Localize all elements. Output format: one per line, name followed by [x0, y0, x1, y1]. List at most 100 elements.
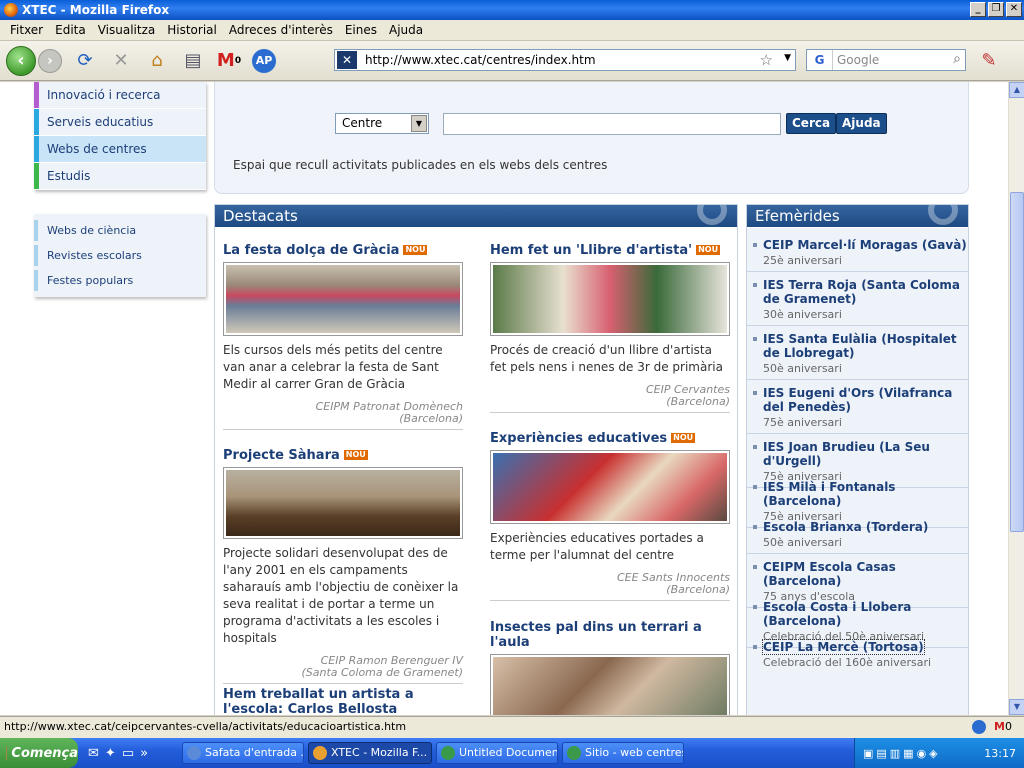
article-image[interactable] — [223, 262, 463, 336]
source-place: (Santa Coloma de Gramenet) — [301, 666, 463, 679]
start-button[interactable]: Comença — [0, 738, 78, 768]
nav-estudis[interactable]: Estudis — [34, 163, 206, 190]
minimize-button[interactable]: _ — [970, 2, 986, 17]
bullet-icon — [753, 565, 757, 569]
tray-icons[interactable]: ▣▤▥▦◉◈ — [855, 747, 941, 760]
bullet-icon — [753, 445, 757, 449]
article-title-text[interactable]: Hem treballat un artista a l'escola: Car… — [223, 687, 414, 715]
close-button[interactable]: ✕ — [1006, 2, 1022, 17]
article-llibre-artista: Hem fet un 'Llibre d'artista' NOU Procés … — [490, 243, 730, 413]
ap-icon[interactable]: AP — [252, 48, 276, 73]
gmail-status-icon[interactable]: M0 — [994, 717, 1012, 737]
start-label: Comença — [11, 745, 78, 761]
nav-color-bar — [34, 109, 39, 135]
quicklaunch-folder-icon[interactable]: ▭ — [122, 746, 134, 761]
article-title[interactable]: Hem treballat un artista a l'escola: Car… — [223, 687, 463, 715]
efemeride-item[interactable]: CEIP La Mercè (Tortosa) Celebració del 16… — [747, 634, 969, 673]
efemeride-name[interactable]: IES Eugeni d'Ors (Vilafranca del Penedès… — [763, 386, 969, 414]
url-dropdown-icon[interactable]: ▼ — [784, 53, 791, 63]
task-xtec-firefox[interactable]: XTEC - Mozilla F... — [308, 742, 432, 764]
task-sitio-web[interactable]: Sitio - web centres — [562, 742, 684, 764]
efemeride-name[interactable]: Escola Costa i Llobera (Barcelona) — [763, 600, 969, 628]
article-title-text[interactable]: Projecte Sàhara — [223, 448, 340, 463]
bullet-icon — [753, 243, 757, 247]
efemeride-name[interactable]: CEIPM Escola Casas (Barcelona) — [763, 560, 969, 588]
gmail-icon[interactable]: M0 — [216, 48, 242, 74]
notes-icon[interactable]: ✎ — [976, 47, 1002, 73]
menu-eines[interactable]: Eines — [339, 23, 383, 37]
efemeride-item[interactable]: Escola Brianxa (Tordera) 50è aniversari — [747, 514, 969, 554]
reload-icon[interactable]: ⟳ — [72, 48, 98, 74]
nav-webs-centres[interactable]: Webs de centres — [34, 136, 206, 163]
article-image[interactable] — [223, 467, 463, 539]
efemeride-name[interactable]: CEIP La Mercè (Tortosa) — [762, 639, 925, 655]
nav-serveis[interactable]: Serveis educatius — [34, 109, 206, 136]
article-title[interactable]: Hem fet un 'Llibre d'artista' NOU — [490, 243, 730, 258]
article-image[interactable] — [490, 262, 730, 336]
quicklaunch-outlook-icon[interactable]: ✉ — [88, 746, 99, 761]
quicklaunch-more-icon[interactable]: » — [140, 746, 148, 761]
efemeride-name[interactable]: IES Terra Roja (Santa Coloma de Gramenet… — [763, 278, 969, 306]
efemeride-anniversary: 50è aniversari — [763, 536, 842, 549]
quicklaunch-app-icon[interactable]: ✦ — [105, 746, 116, 761]
efemeride-item[interactable]: IES Terra Roja (Santa Coloma de Gramenet… — [747, 272, 969, 326]
efemeride-item[interactable]: IES Santa Eulàlia (Hospitalet de Llobreg… — [747, 326, 969, 380]
efemeride-item[interactable]: IES Eugeni d'Ors (Vilafranca del Penedès… — [747, 380, 969, 434]
ajuda-button[interactable]: Ajuda — [836, 113, 887, 134]
task-safata-entrada[interactable]: Safata d'entrada ... — [182, 742, 304, 764]
forward-button[interactable]: › — [38, 48, 62, 73]
print-icon[interactable]: ▤ — [180, 48, 206, 74]
nav-festes[interactable]: Festes populars — [34, 268, 206, 293]
efemeride-name[interactable]: IES Santa Eulàlia (Hospitalet de Llobreg… — [763, 332, 969, 360]
menu-fitxer[interactable]: Fitxer — [4, 23, 49, 37]
article-title-text[interactable]: Hem fet un 'Llibre d'artista' — [490, 243, 692, 258]
search-icon[interactable]: ⌕ — [953, 51, 961, 67]
efemeride-item[interactable]: CEIP Marcel·lí Moragas (Gavà) 25è anivers… — [747, 232, 969, 272]
task-untitled-document[interactable]: Untitled Documen... — [436, 742, 558, 764]
article-title[interactable]: Insectes pal dins un terrari a l'aula — [490, 620, 730, 650]
scroll-up-icon[interactable]: ▲ — [1009, 82, 1024, 98]
article-image[interactable] — [490, 654, 730, 715]
menu-visualitza[interactable]: Visualitza — [92, 23, 162, 37]
menu-edita[interactable]: Edita — [49, 23, 92, 37]
bookmark-star-icon[interactable]: ☆ — [760, 51, 773, 69]
article-title-text[interactable]: La festa dolça de Gràcia — [223, 243, 399, 258]
maximize-button[interactable]: ❐ — [988, 2, 1004, 17]
search-type-select[interactable]: Centre ▼ — [335, 113, 429, 134]
article-title[interactable]: La festa dolça de Gràcia NOU — [223, 243, 463, 258]
efemeride-name[interactable]: Escola Brianxa (Tordera) — [763, 520, 969, 534]
search-input[interactable] — [443, 113, 781, 135]
menu-ajuda[interactable]: Ajuda — [383, 23, 429, 37]
chevron-down-icon[interactable]: ▼ — [411, 115, 427, 132]
article-title[interactable]: Projecte Sàhara NOU — [223, 448, 463, 463]
vertical-scrollbar[interactable]: ▲ ▼ — [1008, 82, 1024, 715]
home-icon[interactable]: ⌂ — [144, 48, 170, 74]
nav-innovacio[interactable]: Innovació i recerca — [34, 82, 206, 109]
google-engine-icon[interactable]: G — [807, 50, 833, 70]
search-bar[interactable]: G Google ⌕ — [806, 49, 966, 71]
back-button[interactable]: ‹ — [6, 45, 36, 76]
scroll-down-icon[interactable]: ▼ — [1009, 699, 1024, 715]
efemeride-name[interactable]: IES Milà i Fontanals (Barcelona) — [763, 480, 969, 508]
stop-icon[interactable]: ✕ — [108, 48, 134, 74]
site-identity-icon[interactable]: ✕ — [337, 51, 357, 69]
nav-revistes[interactable]: Revistes escolars — [34, 243, 206, 268]
ap-status-icon[interactable] — [972, 720, 986, 734]
efemeride-name[interactable]: CEIP Marcel·lí Moragas (Gavà) — [763, 238, 969, 252]
menu-historial[interactable]: Historial — [161, 23, 223, 37]
menu-adreces[interactable]: Adreces d'interès — [223, 23, 339, 37]
nav-webs-ciencia[interactable]: Webs de ciència — [34, 218, 206, 243]
cerca-button[interactable]: Cerca — [786, 113, 837, 134]
status-bar: http://www.xtec.cat/ceipcervantes-cvella… — [0, 716, 1024, 738]
nav-label: Innovació i recerca — [47, 88, 161, 102]
scroll-thumb[interactable] — [1010, 192, 1024, 532]
nav-label: Estudis — [47, 169, 91, 183]
article-text: Procés de creació d'un llibre d'artista … — [490, 343, 723, 374]
efemeride-name[interactable]: IES Joan Brudieu (La Seu d'Urgell) — [763, 440, 969, 468]
article-title-text[interactable]: Insectes pal dins un terrari a l'aula — [490, 620, 702, 650]
new-badge: NOU — [671, 433, 696, 443]
article-image[interactable] — [490, 450, 730, 524]
article-title[interactable]: Experiències educatives NOU — [490, 431, 730, 446]
article-title-text[interactable]: Experiències educatives — [490, 431, 667, 446]
url-bar[interactable]: ✕ http://www.xtec.cat/centres/index.htm … — [334, 49, 796, 71]
